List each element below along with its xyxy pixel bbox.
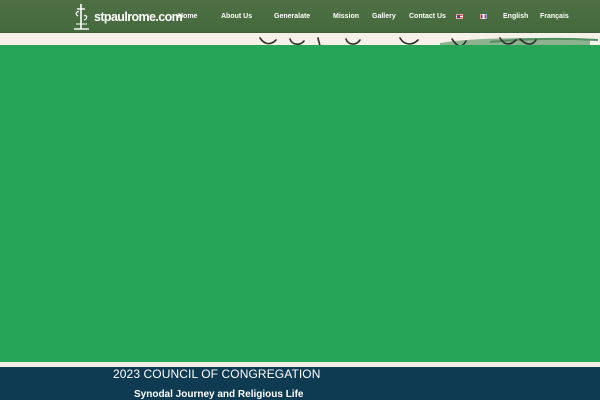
france-flag-icon[interactable] <box>480 14 487 19</box>
nav-mission[interactable]: Mission <box>333 11 359 23</box>
decorative-script-strip <box>0 33 600 45</box>
nav-home[interactable]: Home <box>178 11 197 23</box>
site-logo-text: stpaulrome.com <box>94 9 183 24</box>
nav-contact-us[interactable]: Contact Us <box>409 11 446 23</box>
nav-generalate[interactable]: Generalate <box>274 11 310 23</box>
site-header: stpaulrome.com Home About Us Generalate … <box>0 0 600 33</box>
stp-monogram-icon <box>72 2 92 31</box>
site-logo[interactable]: stpaulrome.com <box>72 2 183 31</box>
language-english[interactable]: English <box>503 11 528 23</box>
hero-banner <box>0 45 600 362</box>
nav-gallery[interactable]: Gallery <box>372 11 396 23</box>
nav-about-us[interactable]: About Us <box>221 11 252 23</box>
us-flag-icon[interactable] <box>456 14 463 19</box>
language-francais[interactable]: Français <box>540 11 569 23</box>
council-title: 2023 COUNCIL OF CONGREGATION <box>113 367 321 381</box>
council-subtitle: Synodal Journey and Religious Life <box>134 389 304 400</box>
